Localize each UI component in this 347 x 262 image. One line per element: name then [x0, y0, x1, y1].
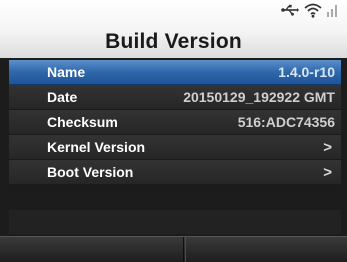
signal-icon [327, 5, 337, 17]
softkey-right-button[interactable] [185, 237, 347, 262]
empty-row [9, 210, 341, 234]
chevron-right-icon: > [323, 139, 332, 156]
row-label: Date [47, 89, 78, 105]
softkey-left-button[interactable] [0, 237, 184, 262]
page-title: Build Version [105, 30, 242, 53]
usb-icon [281, 4, 299, 16]
build-info-list: Name 1.4.0-r10 Date 20150129_192922 GMT … [9, 60, 341, 185]
row-kernel-version[interactable]: Kernel Version > [9, 135, 341, 160]
softkey-bar [0, 236, 347, 262]
wifi-icon [304, 3, 322, 18]
chevron-right-icon: > [323, 164, 332, 181]
header-bar: Build Version [0, 0, 347, 58]
row-name[interactable]: Name 1.4.0-r10 [9, 60, 341, 85]
row-date[interactable]: Date 20150129_192922 GMT [9, 85, 341, 110]
row-label: Boot Version [47, 164, 134, 180]
row-label: Name [47, 64, 86, 80]
row-boot-version[interactable]: Boot Version > [9, 160, 341, 185]
status-icons [271, 2, 341, 20]
row-value: 516:ADC74356 [237, 114, 335, 130]
row-checksum[interactable]: Checksum 516:ADC74356 [9, 110, 341, 135]
row-label: Kernel Version [47, 139, 146, 155]
row-value: 20150129_192922 GMT [183, 89, 335, 105]
row-value: 1.4.0-r10 [278, 64, 335, 80]
row-label: Checksum [47, 114, 118, 130]
